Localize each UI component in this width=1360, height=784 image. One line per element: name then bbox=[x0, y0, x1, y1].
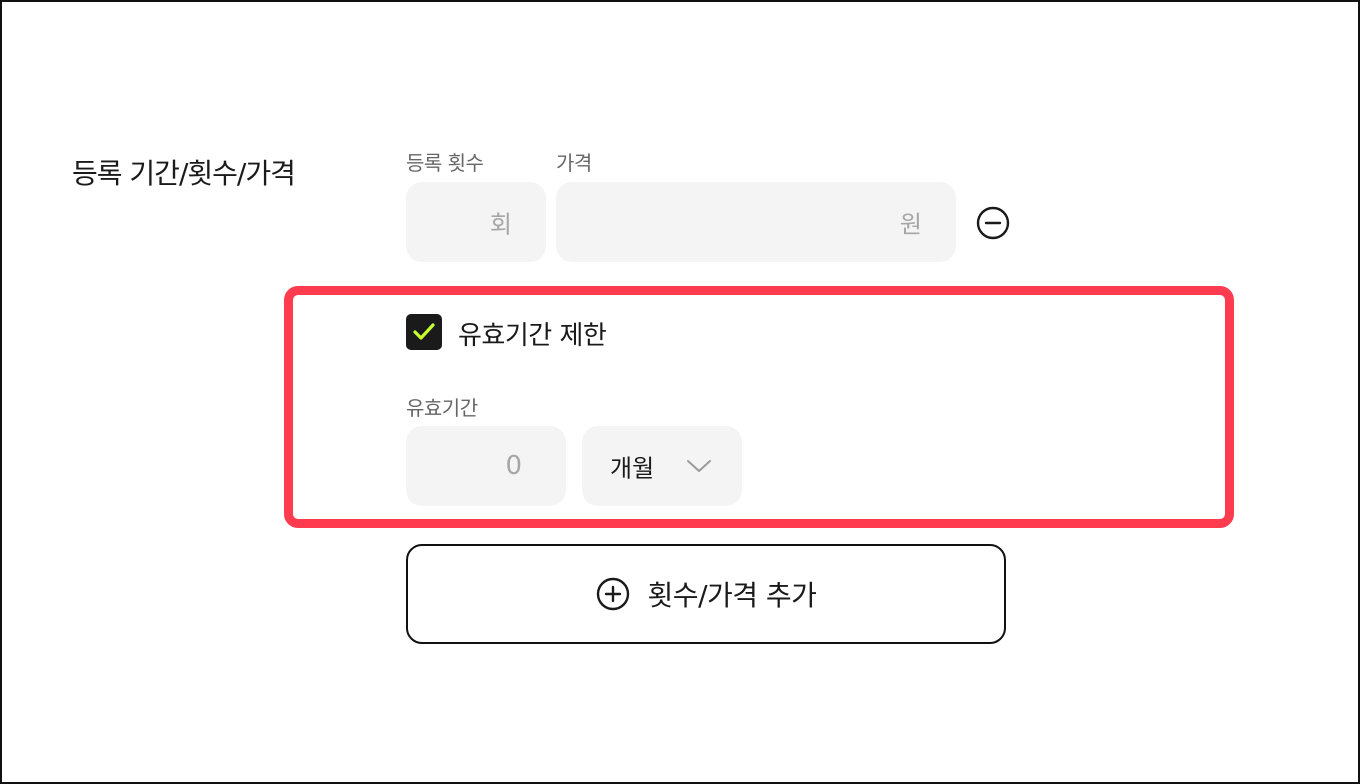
chevron-down-icon bbox=[687, 460, 711, 472]
validity-limit-checkbox[interactable] bbox=[406, 314, 442, 350]
period-select-value: 개월 bbox=[610, 454, 655, 483]
validity-value: 0 bbox=[505, 451, 522, 481]
count-label: 등록 횟수 bbox=[406, 151, 484, 175]
section-title: 등록 기간/횟수/가격 bbox=[72, 157, 296, 190]
validity-label: 유효기간 bbox=[406, 396, 478, 420]
plus-circle-icon bbox=[596, 577, 629, 611]
price-label: 가격 bbox=[556, 151, 592, 175]
price-input[interactable]: 원 bbox=[556, 182, 956, 262]
validity-input[interactable]: 0 bbox=[406, 426, 566, 506]
count-unit: 회 bbox=[489, 210, 512, 239]
add-count-price-button[interactable]: 횟수/가격 추가 bbox=[406, 544, 1006, 644]
price-unit: 원 bbox=[899, 210, 922, 239]
minus-circle-icon bbox=[976, 206, 1010, 240]
checkmark-icon bbox=[413, 323, 435, 340]
validity-limit-label: 유효기간 제한 bbox=[458, 321, 607, 351]
count-input[interactable]: 회 bbox=[406, 182, 546, 262]
page-frame: 등록 기간/횟수/가격 등록 횟수 가격 회 원 유효기간 제한 유효기간 0 … bbox=[0, 0, 1360, 784]
add-button-label: 횟수/가격 추가 bbox=[647, 579, 817, 612]
period-select[interactable]: 개월 bbox=[582, 426, 742, 506]
remove-row-button[interactable] bbox=[976, 206, 1010, 240]
